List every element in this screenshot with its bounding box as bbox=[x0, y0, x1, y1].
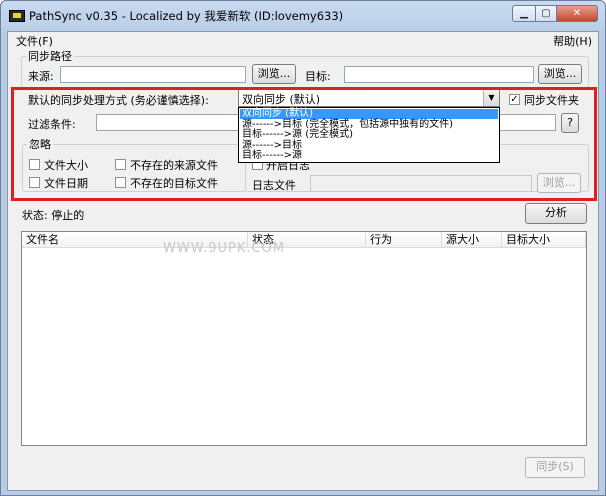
file-list[interactable]: 文件名 状态 行为 源大小 目标大小 bbox=[21, 231, 587, 446]
menu-help[interactable]: 帮助(H) bbox=[553, 33, 592, 49]
target-browse-button[interactable]: 浏览... bbox=[538, 64, 582, 84]
ignore-missing-source-label: 不存在的来源文件 bbox=[130, 159, 218, 172]
app-window: PathSync v0.35 - Localized by 我爱新软 (ID:l… bbox=[0, 0, 606, 496]
title-bar[interactable]: PathSync v0.35 - Localized by 我爱新软 (ID:l… bbox=[1, 1, 605, 29]
minimize-button[interactable]: ▁ bbox=[512, 5, 536, 22]
log-file-label: 日志文件 bbox=[252, 179, 296, 192]
sync-mode-combobox[interactable]: 双向同步 (默认) ▼ bbox=[238, 89, 500, 107]
sync-folders-checkbox[interactable]: ✓ bbox=[509, 94, 520, 105]
log-browse-button[interactable]: 浏览... bbox=[537, 173, 581, 193]
filter-help-button[interactable]: ? bbox=[561, 113, 579, 133]
sync-mode-label: 默认的同步处理方式 (务必谨慎选择): bbox=[28, 94, 209, 107]
pathsync-app-icon bbox=[9, 10, 25, 22]
menu-bar: 文件(F) 帮助(H) bbox=[8, 32, 598, 48]
status-text: 状态: 停止的 bbox=[22, 209, 85, 222]
ignore-file-date-label: 文件日期 bbox=[44, 177, 88, 190]
filter-label: 过滤条件: bbox=[28, 118, 76, 131]
sync-button[interactable]: 同步(S) bbox=[525, 457, 585, 478]
ignore-file-size-checkbox[interactable] bbox=[29, 159, 40, 170]
analyze-button[interactable]: 分析 bbox=[525, 203, 587, 224]
ignore-file-date-checkbox[interactable] bbox=[29, 177, 40, 188]
menu-file[interactable]: 文件(F) bbox=[16, 33, 53, 49]
ignore-file-size-label: 文件大小 bbox=[44, 159, 88, 172]
window-title: PathSync v0.35 - Localized by 我爱新软 (ID:l… bbox=[29, 9, 344, 23]
target-path-input[interactable] bbox=[344, 66, 534, 83]
column-header-target-size[interactable]: 目标大小 bbox=[502, 232, 586, 248]
column-header-source-size[interactable]: 源大小 bbox=[442, 232, 502, 248]
sync-mode-selected: 双向同步 (默认) bbox=[242, 93, 321, 106]
source-browse-button[interactable]: 浏览... bbox=[252, 64, 296, 84]
watermark-text: WWW.9UPK.COM bbox=[163, 241, 286, 256]
target-label: 目标: bbox=[305, 70, 331, 83]
log-file-input[interactable] bbox=[310, 175, 532, 192]
column-header-action[interactable]: 行为 bbox=[366, 232, 442, 248]
sync-mode-option[interactable]: 目标------>源 (完全模式) bbox=[240, 130, 498, 140]
maximize-button[interactable]: ▢ bbox=[535, 5, 557, 22]
chevron-down-icon[interactable]: ▼ bbox=[483, 90, 499, 106]
ignore-missing-target-checkbox[interactable] bbox=[115, 177, 126, 188]
source-label: 来源: bbox=[28, 70, 54, 83]
ignore-group-label: 忽略 bbox=[29, 138, 51, 151]
sync-folders-label: 同步文件夹 bbox=[524, 94, 579, 107]
sync-path-group-label: 同步路径 bbox=[28, 50, 72, 63]
sync-mode-dropdown-list: 双向同步 (默认) 源------>目标 (完全模式，包括源中独有的文件) 目标… bbox=[238, 107, 500, 163]
ignore-missing-source-checkbox[interactable] bbox=[115, 159, 126, 170]
source-path-input[interactable] bbox=[60, 66, 246, 83]
ignore-missing-target-label: 不存在的目标文件 bbox=[130, 177, 218, 190]
close-button[interactable]: ✕ bbox=[556, 5, 598, 22]
sync-mode-option[interactable]: 目标------>源 bbox=[240, 151, 498, 161]
sync-mode-option[interactable]: 双向同步 (默认) bbox=[240, 109, 498, 119]
